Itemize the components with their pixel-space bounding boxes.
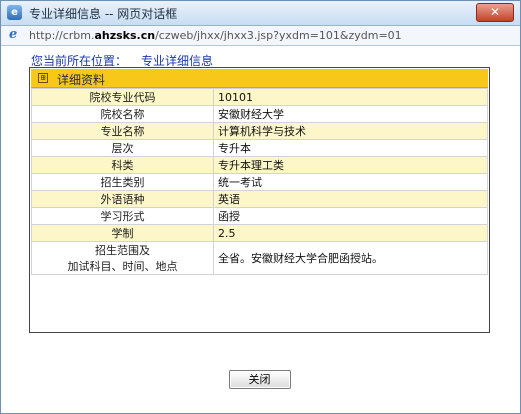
window-title: 专业详细信息 -- 网页对话框	[29, 7, 178, 21]
url-prefix: http://crbm.	[29, 29, 95, 42]
breadcrumb-label: 您当前所在位置：	[31, 54, 128, 68]
table-row: 招生范围及 加试科目、时间、地点 全省。安徽财经大学合肥函授站。	[31, 241, 488, 275]
field-value: 全省。安徽财经大学合肥函授站。	[213, 241, 488, 275]
table-row: 招生类别 统一考试	[31, 173, 488, 191]
table-row: 层次 专升本	[31, 139, 488, 157]
field-value: 统一考试	[213, 173, 488, 191]
close-button[interactable]: 关闭	[228, 370, 291, 389]
field-value: 计算机科学与技术	[213, 122, 488, 140]
button-area: 关闭	[30, 368, 489, 389]
breadcrumb-current: 专业详细信息	[141, 54, 214, 68]
field-value: 10101	[213, 88, 488, 106]
dialog-app-icon: e	[7, 5, 22, 20]
field-value: 函授	[213, 207, 488, 225]
field-label: 外语语种	[31, 190, 214, 208]
table-row: 学制 2.5	[31, 224, 488, 242]
url-path: /czweb/jhxx/jhxx3.jsp?yxdm=101&zydm=01	[155, 29, 402, 42]
table-row: 外语语种 英语	[31, 190, 488, 208]
field-value: 专升本理工类	[213, 156, 488, 174]
field-label: 科类	[31, 156, 214, 174]
dialog-window: e 专业详细信息 -- 网页对话框 ✕ e http://crbm.ahzsks…	[0, 0, 521, 414]
field-label-line1: 招生范围及	[95, 244, 150, 257]
field-label: 学习形式	[31, 207, 214, 225]
field-label: 院校名称	[31, 105, 214, 123]
table-row: 院校名称 安徽财经大学	[31, 105, 488, 123]
field-value: 专升本	[213, 139, 488, 157]
field-value: 2.5	[213, 224, 488, 242]
field-label: 层次	[31, 139, 214, 157]
panel-title: 详细资料	[57, 73, 106, 87]
details-table: 院校专业代码 10101 院校名称 安徽财经大学 专业名称 计算机科学与技术 层…	[31, 88, 488, 275]
panel-header[interactable]: ⊞ 详细资料	[31, 69, 488, 88]
details-panel: ⊞ 详细资料 院校专业代码 10101 院校名称 安徽财经大学 专业名称 计算机…	[29, 67, 490, 389]
field-value: 英语	[213, 190, 488, 208]
expand-toggle-icon[interactable]: ⊞	[38, 73, 48, 83]
title-bar: e 专业详细信息 -- 网页对话框 ✕	[1, 1, 520, 26]
url-text: http://crbm.ahzsks.cn/czweb/jhxx/jhxx3.j…	[29, 29, 402, 42]
window-close-button[interactable]: ✕	[476, 3, 514, 22]
table-row: 科类 专升本理工类	[31, 156, 488, 174]
ie-page-icon: e	[9, 27, 18, 42]
table-row: 院校专业代码 10101	[31, 88, 488, 106]
url-domain: ahzsks.cn	[94, 29, 156, 42]
address-bar: e http://crbm.ahzsks.cn/czweb/jhxx/jhxx3…	[1, 26, 520, 46]
field-label: 招生类别	[31, 173, 214, 191]
field-label-multiline: 招生范围及 加试科目、时间、地点	[31, 241, 214, 275]
field-label-line2: 加试科目、时间、地点	[67, 260, 178, 273]
field-label: 学制	[31, 224, 214, 242]
table-row: 学习形式 函授	[31, 207, 488, 225]
field-label: 院校专业代码	[31, 88, 214, 106]
field-label: 专业名称	[31, 122, 214, 140]
field-value: 安徽财经大学	[213, 105, 488, 123]
table-row: 专业名称 计算机科学与技术	[31, 122, 488, 140]
